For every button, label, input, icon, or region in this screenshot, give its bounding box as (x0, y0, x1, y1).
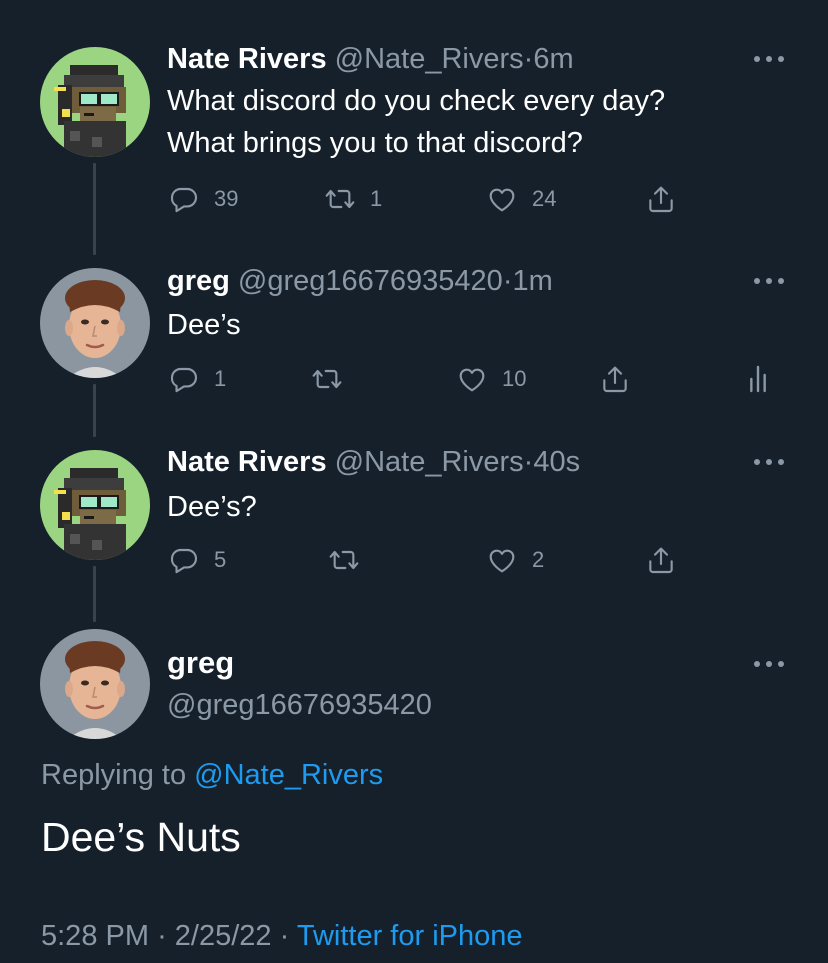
tweet-text-line: Dee’s? (167, 491, 257, 523)
share-icon (645, 544, 677, 576)
display-name[interactable]: Nate Rivers (167, 446, 327, 478)
reply-count: 1 (214, 366, 227, 391)
reply-button[interactable]: 1 (168, 363, 226, 395)
heart-icon (486, 183, 518, 215)
timestamp[interactable]: 6m (533, 43, 573, 75)
tweet-header: Nate Rivers @Nate_Rivers·6m (167, 41, 574, 77)
tweet-header: greg @greg16676935420·1m (167, 263, 553, 299)
retweet-button[interactable] (311, 363, 343, 395)
thread-line (93, 384, 96, 437)
tweet-date[interactable]: 2/25/22 (175, 920, 272, 952)
avatar-nate-rivers[interactable] (40, 450, 150, 560)
like-button[interactable]: 24 (486, 183, 556, 215)
username[interactable]: @greg16676935420 (238, 265, 503, 297)
more-icon[interactable] (754, 271, 784, 291)
retweet-icon (324, 183, 356, 215)
retweet-count: 1 (370, 186, 383, 211)
retweet-button[interactable]: 1 (324, 183, 382, 215)
reply-icon (168, 183, 200, 215)
separator: · (523, 43, 534, 75)
tweet-text: What discord do you check every day? Wha… (167, 80, 665, 164)
username[interactable]: @Nate_Rivers (335, 43, 524, 75)
retweet-icon (311, 363, 343, 395)
more-icon[interactable] (754, 49, 784, 69)
heart-icon (456, 363, 488, 395)
analytics-icon (742, 363, 774, 395)
tweet-source-link[interactable]: Twitter for iPhone (297, 920, 523, 952)
like-count: 24 (532, 186, 557, 211)
tweet-thread: Nate Rivers @Nate_Rivers·6m What discord… (0, 0, 828, 963)
reply-icon (168, 363, 200, 395)
tweet-text-line: Dee’s (167, 309, 241, 341)
like-button[interactable]: 2 (486, 544, 544, 576)
share-button[interactable] (645, 544, 677, 576)
more-icon[interactable] (754, 654, 784, 674)
like-count: 10 (502, 366, 527, 391)
reply-count: 5 (214, 547, 227, 572)
tweet-header: Nate Rivers @Nate_Rivers·40s (167, 444, 580, 480)
reply-icon (168, 544, 200, 576)
username[interactable]: @Nate_Rivers (335, 446, 524, 478)
share-icon (599, 363, 631, 395)
share-button[interactable] (645, 183, 677, 215)
tweet-text: Dee’s? (167, 486, 257, 528)
like-button[interactable]: 10 (456, 363, 526, 395)
retweet-icon (328, 544, 360, 576)
display-name[interactable]: greg (167, 643, 234, 683)
separator: · (279, 920, 290, 952)
tweet-text-line: What discord do you check every day? (167, 85, 666, 117)
avatar-nate-rivers[interactable] (40, 47, 150, 157)
reply-button[interactable]: 5 (168, 544, 226, 576)
replying-to: Replying to @Nate_Rivers (41, 756, 383, 794)
tweet-time[interactable]: 5:28 PM (41, 920, 149, 952)
thread-line (93, 566, 96, 622)
like-count: 2 (532, 547, 545, 572)
share-button[interactable] (599, 363, 631, 395)
username[interactable]: @greg16676935420 (167, 686, 432, 724)
retweet-button[interactable] (328, 544, 360, 576)
share-icon (645, 183, 677, 215)
tweet-text: Dee’s Nuts (41, 814, 241, 860)
separator: · (523, 446, 534, 478)
thread-line (93, 163, 96, 255)
analytics-button[interactable] (742, 363, 774, 395)
heart-icon (486, 544, 518, 576)
display-name[interactable]: Nate Rivers (167, 43, 327, 75)
avatar-greg[interactable] (40, 268, 150, 378)
avatar-greg[interactable] (40, 629, 150, 739)
display-name[interactable]: greg (167, 265, 230, 297)
tweet-text: Dee’s (167, 304, 241, 346)
timestamp[interactable]: 40s (533, 446, 580, 478)
timestamp[interactable]: 1m (512, 265, 552, 297)
tweet-text-line: What brings you to that discord? (167, 127, 583, 159)
reply-count: 39 (214, 186, 239, 211)
replying-to-label: Replying to (41, 759, 187, 791)
mention-link[interactable]: @Nate_Rivers (194, 759, 383, 791)
reply-button[interactable]: 39 (168, 183, 238, 215)
separator: · (157, 920, 167, 952)
more-icon[interactable] (754, 452, 784, 472)
tweet-meta: 5:28 PM · 2/25/22 · Twitter for iPhone (41, 917, 523, 955)
